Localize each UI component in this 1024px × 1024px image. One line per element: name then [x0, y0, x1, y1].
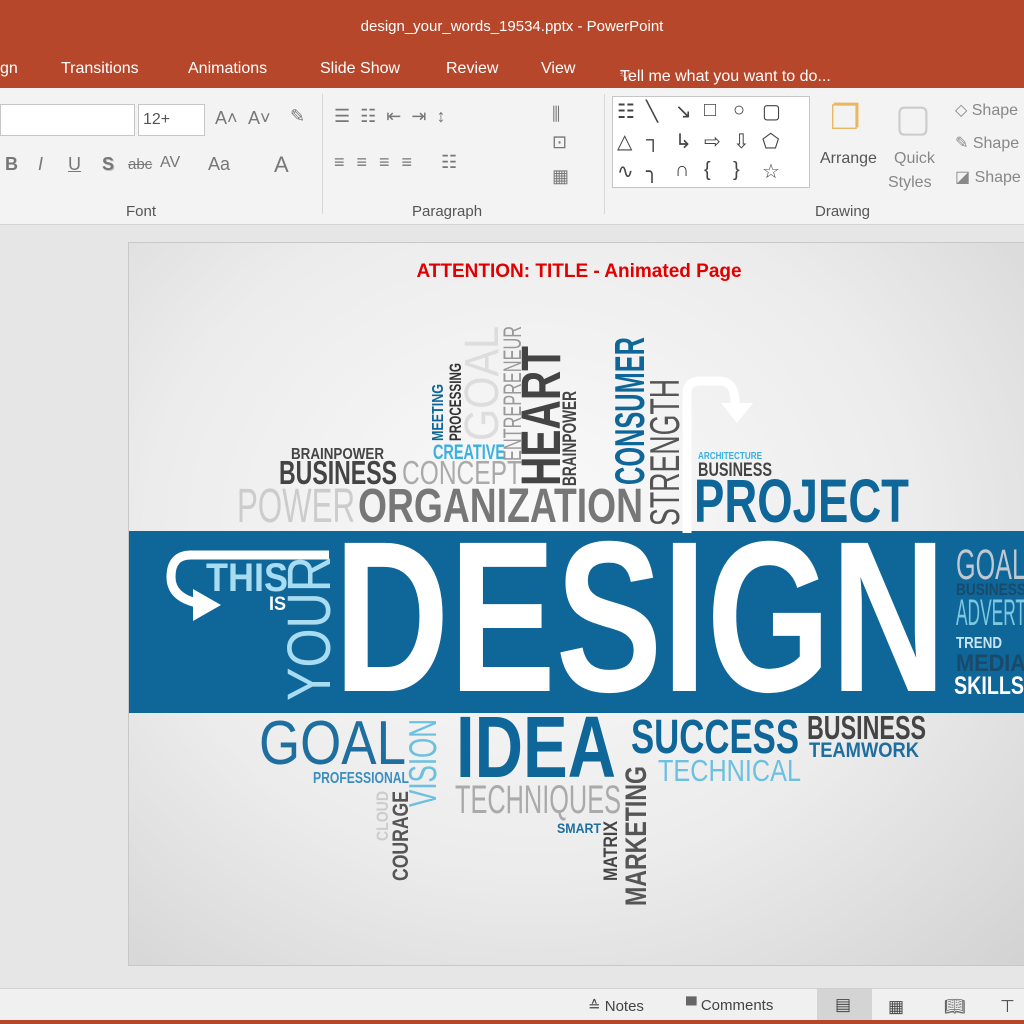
bold-button[interactable]: B	[5, 154, 18, 175]
reading-view-icon[interactable]: 📖︎	[944, 997, 966, 1017]
word-brainpower: BRAINPOWER	[558, 391, 581, 486]
shape-option[interactable]: ☷	[617, 99, 635, 124]
word-advert: ADVERT	[956, 590, 1024, 633]
shrink-font-button[interactable]: A˅	[248, 108, 271, 129]
quick-styles-button-2[interactable]: Styles	[888, 174, 932, 192]
quick-styles-icon: ▢	[895, 98, 931, 140]
grow-font-button[interactable]: A˄	[215, 108, 238, 129]
strikethrough-button[interactable]: abc	[128, 156, 152, 173]
comments-button[interactable]: ▀ Comments	[686, 997, 773, 1014]
font-color-button[interactable]: A	[274, 152, 289, 178]
shape-option[interactable]: ∿	[617, 159, 634, 184]
word-technical: TECHNICAL	[658, 753, 801, 788]
font-size-input[interactable]: 12+	[138, 104, 205, 136]
bottom-accent-line	[0, 1020, 1024, 1024]
window-title: design_your_words_19534.pptx - PowerPoin…	[360, 18, 664, 35]
shape-outline-button[interactable]: ✎ Shape	[955, 133, 1019, 153]
word-teamwork: TEAMWORK	[809, 739, 919, 763]
arrow-head-top-icon	[721, 403, 753, 423]
shape-option[interactable]: □	[704, 99, 716, 122]
word-your: YOUR	[274, 556, 343, 701]
word-trend: TREND	[956, 635, 1002, 653]
tab-design[interactable]: gn	[0, 60, 18, 78]
tab-transitions[interactable]: Transitions	[61, 60, 139, 78]
quick-styles-button[interactable]: Quick	[894, 150, 935, 168]
paragraph-group-label: Paragraph	[412, 203, 483, 220]
ribbon-tabs: gn Transitions Animations Slide Show Rev…	[0, 52, 1024, 88]
notes-icon: ≙	[588, 998, 601, 1015]
tell-me-label: Tell me what you want to do...	[620, 68, 831, 85]
title-bar: design_your_words_19534.pptx - PowerPoin…	[0, 0, 1024, 52]
word-professional: PROFESSIONAL	[313, 770, 409, 788]
word-matrix: MATRIX	[599, 821, 622, 881]
arrange-button[interactable]: Arrange	[820, 150, 877, 168]
status-bar: ≙ Notes ▀ Comments ▤ ▦ 📖︎ ⊤	[0, 988, 1024, 1021]
shape-effects-button[interactable]: ◪ Shape	[955, 167, 1021, 187]
character-spacing-button[interactable]: AV	[160, 154, 180, 172]
align-text-icon[interactable]: ⊡	[552, 132, 567, 153]
slide-canvas[interactable]: ATTENTION: TITLE - Animated Page BRAINPO…	[128, 242, 1024, 966]
shape-option[interactable]: ∩	[675, 159, 689, 182]
shape-option[interactable]: ▢	[762, 99, 781, 124]
shape-fill-label: Shape	[971, 102, 1019, 119]
divider	[322, 94, 323, 214]
shape-option[interactable]: ↘	[675, 99, 692, 124]
list-buttons-icon[interactable]: ☰☷⇤⇥↕	[334, 106, 455, 127]
change-case-button[interactable]: Aa	[208, 154, 230, 175]
tab-view[interactable]: View	[541, 60, 575, 78]
shape-outline-label: Shape	[972, 135, 1020, 152]
shape-option[interactable]: }	[733, 159, 740, 182]
font-group-label: Font	[126, 203, 157, 220]
tab-slide-show[interactable]: Slide Show	[320, 60, 400, 78]
underline-button[interactable]: U	[68, 154, 81, 175]
divider	[604, 94, 605, 214]
arrange-icon: ❐	[830, 99, 861, 137]
shape-option[interactable]: {	[704, 159, 711, 182]
word-design: DESIGN	[334, 496, 946, 738]
shape-fill-button[interactable]: ◇ Shape	[955, 100, 1018, 120]
slide-sorter-view-icon[interactable]: ▦	[888, 997, 904, 1017]
shape-option[interactable]: ╲	[646, 99, 658, 124]
shape-option[interactable]: ⬠	[762, 129, 779, 154]
shape-option[interactable]: ☆	[762, 159, 780, 184]
tab-review[interactable]: Review	[446, 60, 498, 78]
normal-view-icon: ▤	[835, 995, 852, 1014]
shape-effects-label: Shape	[974, 169, 1021, 186]
shape-option[interactable]: ↳	[675, 129, 692, 154]
word-techniques: TECHNIQUES	[455, 777, 621, 823]
text-direction-icon[interactable]: ⫼	[552, 104, 560, 125]
word-creative: CREATIVE	[433, 441, 505, 465]
shape-option[interactable]: ╮	[646, 159, 658, 184]
shape-option[interactable]: ┐	[646, 129, 660, 152]
word-courage: COURAGE	[388, 791, 414, 881]
shape-option[interactable]: ○	[733, 99, 745, 122]
shape-option[interactable]: △	[617, 129, 632, 154]
clear-formatting-icon[interactable]: ✎	[290, 106, 305, 127]
word-smart: SMART	[557, 819, 601, 836]
comments-label: Comments	[700, 997, 774, 1014]
ribbon: 12+ A˄ A˅ ✎ B I U S abc AV Aa A Font ☰☷⇤…	[0, 88, 1024, 225]
shapes-gallery[interactable]: ☷ ╲ ↘ □ ○ ▢ △ ┐ ↳ ⇨ ⇩ ⬠ ∿ ╮ ∩ {} ☆	[612, 96, 810, 188]
word-meeting: MEETING	[430, 384, 448, 441]
normal-view-button[interactable]: ▤	[817, 989, 872, 1021]
notes-button[interactable]: ≙ Notes	[588, 997, 644, 1015]
shadow-button[interactable]: S	[102, 154, 114, 175]
drawing-group-label: Drawing	[815, 203, 871, 220]
font-name-input[interactable]	[0, 104, 135, 136]
comment-icon: ▀	[686, 997, 697, 1014]
word-marketing: MARKETING	[621, 766, 654, 906]
align-buttons-icon[interactable]: ≡≡≡≡ ☷	[334, 152, 469, 173]
italic-button[interactable]: I	[38, 154, 43, 175]
smartart-icon[interactable]: ▦	[552, 166, 569, 187]
slide-show-view-icon[interactable]: ⊤	[1000, 997, 1015, 1017]
word-goal: GOAL	[259, 708, 406, 779]
shape-option[interactable]: ⇩	[733, 129, 750, 154]
notes-label: Notes	[604, 998, 644, 1015]
word-skills: SKILLS	[954, 671, 1024, 700]
tab-animations[interactable]: Animations	[188, 60, 267, 78]
shape-option[interactable]: ⇨	[704, 129, 721, 154]
